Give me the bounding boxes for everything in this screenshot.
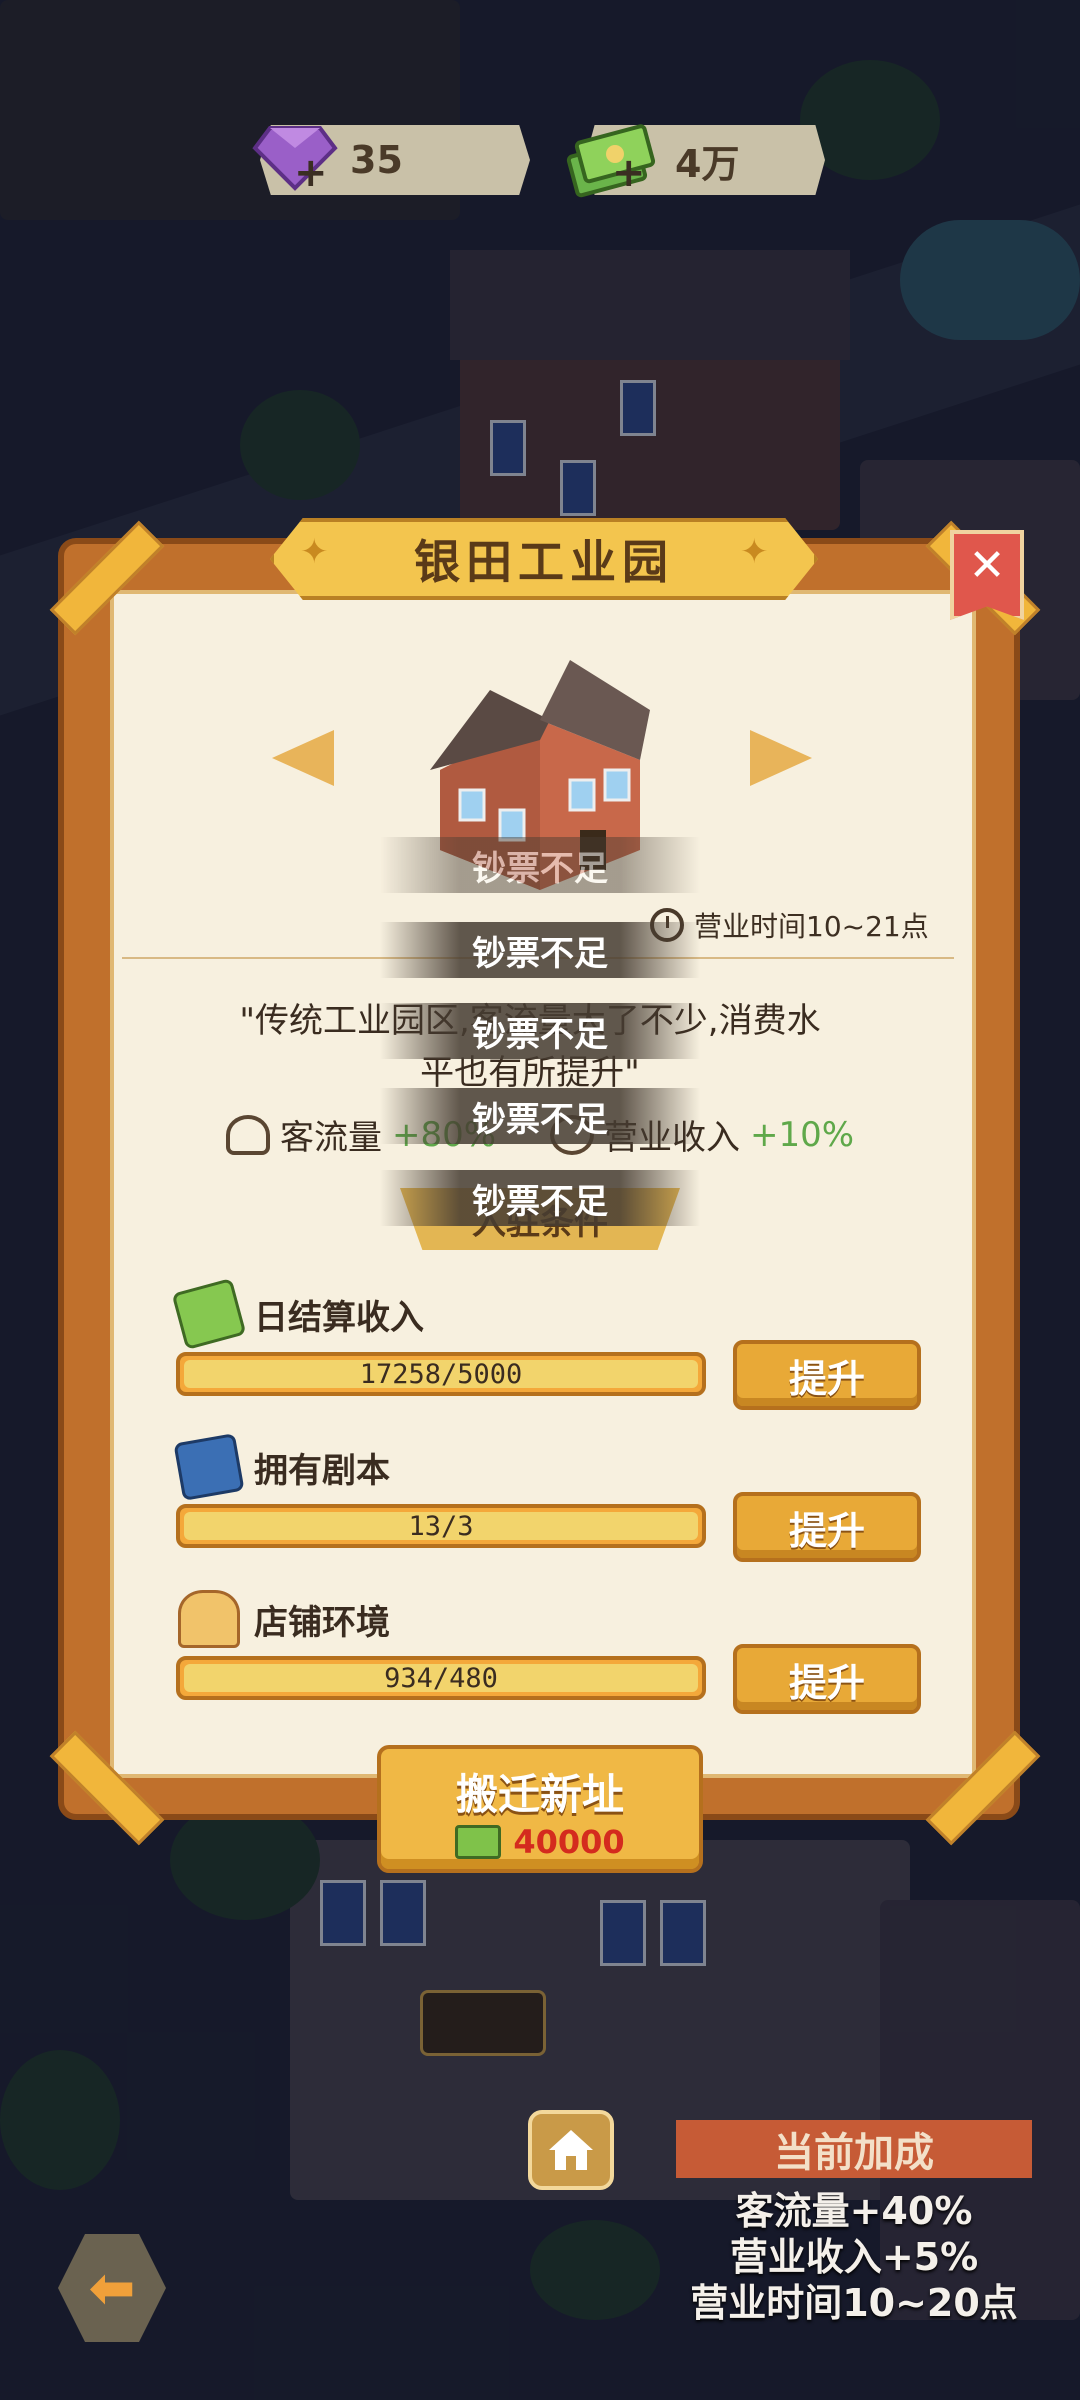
close-button[interactable]: ✕ bbox=[950, 530, 1024, 620]
requirement-label: 拥有剧本 bbox=[254, 1450, 390, 1491]
star-icon: ✦ bbox=[740, 532, 769, 572]
title-banner: 银田工业园 bbox=[270, 518, 818, 600]
relocate-button[interactable]: 搬迁新址 40000 bbox=[377, 1745, 703, 1873]
toast-message: 钞票不足 bbox=[380, 1003, 700, 1059]
next-location-arrow[interactable] bbox=[750, 730, 812, 786]
cash-count: 4万 bbox=[675, 141, 740, 186]
toast-text: 钞票不足 bbox=[472, 1099, 608, 1140]
requirement-label: 日结算收入 bbox=[254, 1297, 424, 1338]
upgrade-button-label: 提升 bbox=[788, 1660, 865, 1705]
toast-message: 钞票不足 bbox=[380, 1088, 700, 1144]
close-icon: ✕ bbox=[968, 540, 1006, 591]
requirement-label: 店铺环境 bbox=[254, 1602, 390, 1643]
location-title: 银田工业园 bbox=[414, 535, 674, 589]
house-icon bbox=[178, 1590, 240, 1648]
progress-text: 934/480 bbox=[384, 1662, 498, 1694]
gem-count: 35 bbox=[350, 138, 403, 182]
toast-message: 钞票不足 bbox=[380, 922, 700, 978]
cash-icon bbox=[455, 1825, 502, 1859]
progress-bar: 934/480 bbox=[176, 1656, 706, 1700]
stat-label: 客流量 bbox=[280, 1118, 382, 1158]
relocate-price: 40000 bbox=[381, 1823, 699, 1861]
add-gems-button[interactable]: + bbox=[294, 150, 328, 196]
progress-bar: 13/3 bbox=[176, 1504, 706, 1548]
people-icon bbox=[226, 1114, 270, 1155]
home-button[interactable] bbox=[528, 2110, 614, 2190]
relocate-label: 搬迁新址 bbox=[455, 1770, 624, 1819]
back-arrow-icon: ⬅ bbox=[88, 2255, 136, 2321]
upgrade-button[interactable]: 提升 bbox=[733, 1492, 921, 1562]
book-icon bbox=[173, 1433, 245, 1501]
progress-bar: 17258/5000 bbox=[176, 1352, 706, 1396]
toast-text: 钞票不足 bbox=[472, 933, 608, 974]
upgrade-button[interactable]: 提升 bbox=[733, 1340, 921, 1410]
upgrade-button[interactable]: 提升 bbox=[733, 1644, 921, 1714]
toast-text: 钞票不足 bbox=[472, 1014, 608, 1055]
requirement-scripts: 拥有剧本 bbox=[173, 1433, 390, 1501]
requirement-daily-income: 日结算收入 bbox=[171, 1277, 424, 1351]
business-hours-text: 营业时间10~21点 bbox=[694, 910, 929, 943]
cash-stack-icon bbox=[171, 1277, 247, 1351]
bonus-line: 营业时间10~20点 bbox=[690, 2281, 1018, 2325]
current-bonus-title: 当前加成 bbox=[676, 2120, 1032, 2178]
toast-text: 钞票不足 bbox=[472, 848, 608, 889]
toast-text: 钞票不足 bbox=[472, 1181, 608, 1222]
prev-location-arrow[interactable] bbox=[272, 730, 334, 786]
progress-text: 13/3 bbox=[408, 1510, 474, 1542]
requirement-environment: 店铺环境 bbox=[178, 1590, 390, 1648]
stat-value: +10% bbox=[750, 1114, 855, 1155]
home-icon bbox=[549, 2130, 593, 2170]
upgrade-button-label: 提升 bbox=[788, 1508, 865, 1553]
star-icon: ✦ bbox=[300, 532, 329, 572]
toast-message: 钞票不足 bbox=[380, 837, 700, 893]
toast-message: 钞票不足 bbox=[380, 1170, 700, 1226]
current-bonus-title-text: 当前加成 bbox=[774, 2130, 934, 2176]
progress-text: 17258/5000 bbox=[359, 1358, 523, 1390]
add-cash-button[interactable]: + bbox=[612, 150, 646, 196]
relocate-price-value: 40000 bbox=[513, 1823, 625, 1861]
upgrade-button-label: 提升 bbox=[788, 1356, 865, 1401]
